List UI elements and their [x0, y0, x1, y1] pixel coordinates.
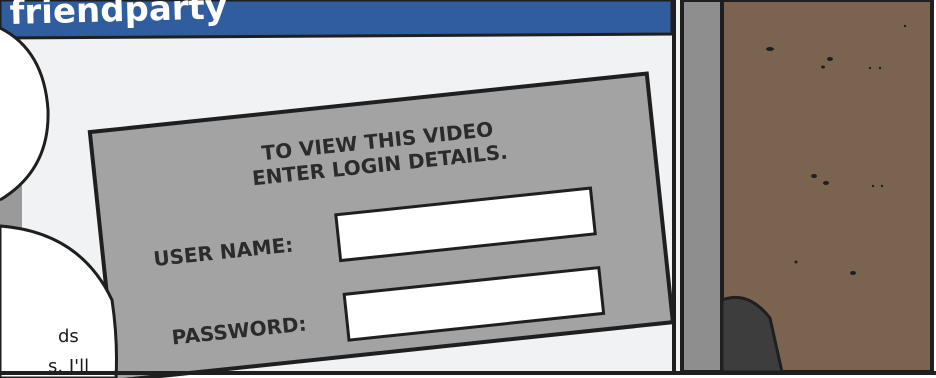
- speech-line-1: ds: [58, 326, 79, 347]
- site-brand[interactable]: friendparty: [9, 0, 227, 33]
- monitor-bezel-right: [680, 0, 724, 374]
- comic-panel: friendparty TO VIEW THIS VIDEO ENTER LOG…: [0, 0, 936, 378]
